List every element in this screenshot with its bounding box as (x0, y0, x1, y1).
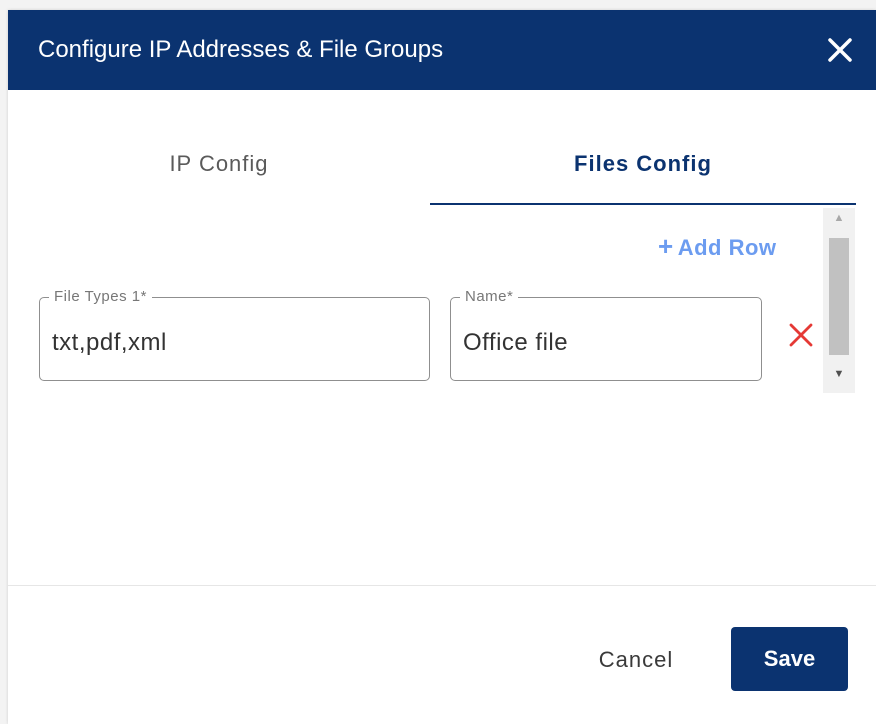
add-row-button[interactable]: + Add Row (658, 232, 777, 262)
file-types-field[interactable]: File Types 1* txt,pdf,xml (39, 287, 430, 381)
name-field[interactable]: Name* Office file (450, 287, 762, 381)
dialog-header: Configure IP Addresses & File Groups (8, 10, 876, 90)
active-tab-indicator (430, 203, 856, 205)
scroll-down-arrow-icon[interactable]: ▼ (823, 364, 855, 384)
vertical-scrollbar[interactable]: ▲ ▼ (823, 208, 855, 393)
name-label: Name* (460, 287, 519, 307)
file-types-input[interactable]: txt,pdf,xml (52, 328, 167, 358)
add-row-label: Add Row (677, 235, 777, 260)
tab-ip-config[interactable]: IP Config (8, 150, 430, 178)
footer-divider (8, 585, 876, 586)
plus-icon: + (658, 231, 674, 261)
file-types-label: File Types 1* (49, 287, 152, 307)
configure-dialog: Configure IP Addresses & File Groups IP … (8, 10, 876, 724)
dialog-title: Configure IP Addresses & File Groups (38, 36, 444, 63)
tab-files-config[interactable]: Files Config (430, 150, 856, 178)
close-icon (828, 38, 852, 62)
scrollbar-thumb[interactable] (829, 238, 849, 355)
delete-row-button[interactable] (788, 322, 814, 348)
cancel-button[interactable]: Cancel (576, 638, 696, 682)
scroll-up-arrow-icon[interactable]: ▲ (823, 208, 855, 228)
close-button[interactable] (824, 34, 856, 66)
name-input[interactable]: Office file (463, 328, 568, 358)
save-button[interactable]: Save (731, 627, 848, 691)
delete-x-icon (789, 323, 813, 347)
